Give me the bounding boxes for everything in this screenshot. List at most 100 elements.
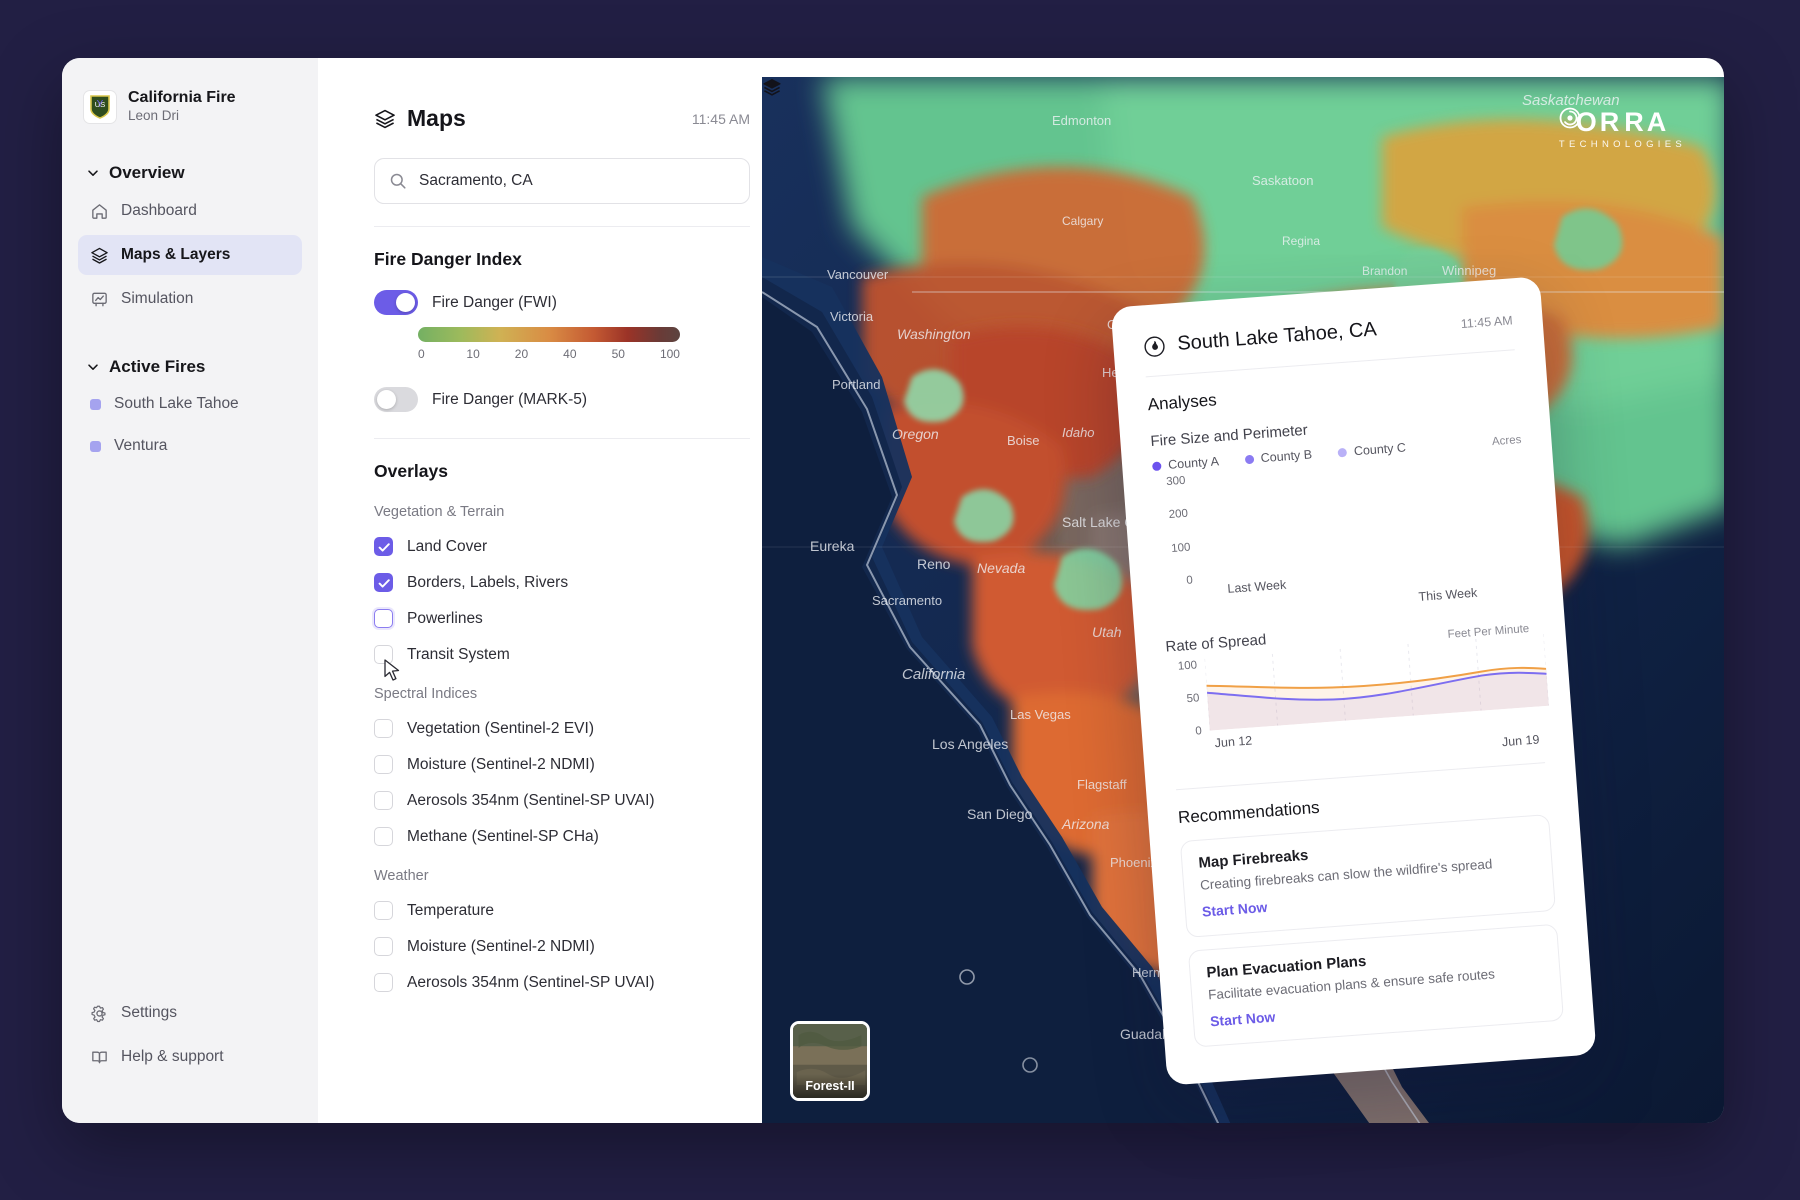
fire-circle-icon xyxy=(1144,336,1165,357)
sidebar: US Y California Fire Leon Dri Overview D… xyxy=(62,58,318,1123)
legend-label: County A xyxy=(1167,454,1220,472)
overlay-methane-cha[interactable]: Methane (Sentinel-SP CHa) xyxy=(374,827,750,846)
sidebar-item-help-label: Help & support xyxy=(121,1048,224,1065)
fire-dot-icon xyxy=(90,398,101,410)
sidebar-item-settings-label: Settings xyxy=(121,1004,178,1021)
bar-county-c-this-week xyxy=(1434,560,1471,563)
svg-text:California: California xyxy=(902,666,965,683)
svg-text:Eureka: Eureka xyxy=(810,538,855,554)
legend-item-county-c: County C xyxy=(1337,441,1406,460)
gear-icon xyxy=(91,1005,106,1022)
toggle-knob xyxy=(377,390,396,409)
bar-county-b-this-week xyxy=(1391,563,1428,566)
orora-swirl-icon xyxy=(1559,107,1581,129)
svg-text:Calgary: Calgary xyxy=(1062,214,1103,228)
bar-county-b-last-week xyxy=(1243,574,1280,577)
fire-danger-fwi-toggle[interactable] xyxy=(374,290,418,315)
svg-text:Winnipeg: Winnipeg xyxy=(1442,263,1496,278)
overlay-powerlines-label: Powerlines xyxy=(407,609,483,627)
bar-county-c-last-week xyxy=(1286,570,1323,574)
nav-group-active-fires-header[interactable]: Active Fires xyxy=(78,353,302,381)
fire-danger-fwi-label: Fire Danger (FWI) xyxy=(432,293,557,311)
map-layers-icon[interactable] xyxy=(762,77,782,97)
svg-text:Boise: Boise xyxy=(1007,433,1040,448)
checkbox-icon xyxy=(374,609,393,628)
chevron-down-icon xyxy=(88,364,98,371)
checkbox-icon xyxy=(374,973,393,992)
y-tick: 0 xyxy=(1195,725,1203,738)
fire-danger-scale: 0 10 20 40 50 100 xyxy=(418,327,680,361)
bar-county-a-last-week xyxy=(1200,577,1237,580)
overlay-group-label: Spectral Indices xyxy=(374,686,478,702)
brand[interactable]: US Y California Fire Leon Dri xyxy=(78,82,302,125)
scale-tick: 100 xyxy=(659,347,680,361)
overlay-weather-aerosols[interactable]: Aerosols 354nm (Sentinel-SP UVAI) xyxy=(374,973,750,992)
overlay-temperature[interactable]: Temperature xyxy=(374,901,750,920)
overlay-powerlines[interactable]: Powerlines xyxy=(374,609,750,628)
overlay-land-cover[interactable]: Land Cover xyxy=(374,537,750,556)
svg-text:Arizona: Arizona xyxy=(1061,816,1110,832)
sidebar-item-ventura[interactable]: Ventura xyxy=(78,427,302,465)
svg-text:Edmonton: Edmonton xyxy=(1052,113,1111,128)
svg-text:Utah: Utah xyxy=(1092,624,1122,640)
svg-text:Idaho: Idaho xyxy=(1062,425,1095,440)
overlay-group-label: Weather xyxy=(374,868,429,884)
svg-text:Las Vegas: Las Vegas xyxy=(1010,707,1071,722)
nav-group-overview: Overview Dashboard Maps & Layers Simulat… xyxy=(78,159,302,319)
brand-title: California Fire xyxy=(128,89,236,106)
start-now-link[interactable]: Start Now xyxy=(1210,1009,1276,1030)
fire-dot-icon xyxy=(90,440,101,452)
overlay-borders-label: Borders, Labels, Rivers xyxy=(407,573,569,591)
maps-panel-header: Maps 11:45 AM xyxy=(374,105,750,132)
x-tick-last-week: Last Week xyxy=(1226,577,1287,596)
x-tick-this-week: This Week xyxy=(1418,585,1478,604)
overlay-vegetation-evi[interactable]: Vegetation (Sentinel-2 EVI) xyxy=(374,719,750,738)
maps-panel: Maps 11:45 AM Sacramento, CA Fire Danger… xyxy=(342,77,782,1123)
layers-icon xyxy=(375,109,395,128)
overlay-land-cover-label: Land Cover xyxy=(407,537,488,555)
line-chart-rate-of-spread: 100 50 0 Jun 12 Jun 19 Feet Per Minute xyxy=(1167,623,1549,773)
recommendation-card-plan-evacuation[interactable]: Plan Evacuation Plans Facilitate evacuat… xyxy=(1187,923,1565,1048)
x-tick-start: Jun 12 xyxy=(1214,733,1253,751)
fire-detail-card: South Lake Tahoe, CA 11:45 AM Analyses F… xyxy=(1110,276,1597,1086)
detail-card-title: South Lake Tahoe, CA xyxy=(1176,318,1378,355)
start-now-link[interactable]: Start Now xyxy=(1201,899,1267,920)
recommendation-card-map-firebreaks[interactable]: Map Firebreaks Creating firebreaks can s… xyxy=(1179,814,1556,939)
sidebar-item-settings[interactable]: Settings xyxy=(78,993,302,1033)
nav-group-overview-header[interactable]: Overview xyxy=(78,159,302,187)
sidebar-item-dashboard[interactable]: Dashboard xyxy=(78,191,302,231)
fire-danger-gradient xyxy=(418,327,680,342)
sidebar-item-maps-and-layers[interactable]: Maps & Layers xyxy=(78,235,302,276)
bar-chart-bars xyxy=(1193,456,1529,580)
overlay-aerosols-uvai[interactable]: Aerosols 354nm (Sentinel-SP UVAI) xyxy=(374,791,750,810)
checkbox-checked-icon xyxy=(374,537,393,556)
map-thumbnail-forest-ii[interactable]: Forest-II xyxy=(790,1021,870,1101)
overlay-weather-moisture[interactable]: Moisture (Sentinel-2 NDMI) xyxy=(374,937,750,956)
mouse-cursor xyxy=(384,659,400,681)
search-input[interactable]: Sacramento, CA xyxy=(374,158,750,204)
overlay-borders-labels-rivers[interactable]: Borders, Labels, Rivers xyxy=(374,573,750,592)
overlay-moisture-ndmi[interactable]: Moisture (Sentinel-2 NDMI) xyxy=(374,755,750,774)
page-title: Maps xyxy=(407,105,466,131)
y-tick: 200 xyxy=(1168,507,1189,522)
overlay-transit-system[interactable]: Transit System xyxy=(374,645,750,664)
layers-icon xyxy=(91,247,108,264)
overlay-moisture-ndmi-label: Moisture (Sentinel-2 NDMI) xyxy=(407,755,595,773)
brand-subtitle: Leon Dri xyxy=(128,108,180,124)
legend-item-county-a: County A xyxy=(1151,454,1220,473)
legend-dot-icon xyxy=(1337,447,1348,457)
svg-text:Nevada: Nevada xyxy=(977,560,1025,576)
svg-text:Sacramento: Sacramento xyxy=(872,593,942,608)
sidebar-item-help-and-support[interactable]: Help & support xyxy=(78,1037,302,1077)
nav-group-active-fires-label: Active Fires xyxy=(109,357,206,377)
svg-text:Vancouver: Vancouver xyxy=(827,267,889,282)
sidebar-item-south-lake-tahoe[interactable]: South Lake Tahoe xyxy=(78,385,302,423)
sidebar-item-simulation[interactable]: Simulation xyxy=(78,279,302,319)
svg-text:Flagstaff: Flagstaff xyxy=(1077,777,1127,792)
legend-dot-icon xyxy=(1151,460,1162,471)
forest-service-shield-icon: US Y xyxy=(84,90,116,123)
fire-danger-mark5-toggle[interactable] xyxy=(374,387,418,412)
analyses-heading: Analyses xyxy=(1147,390,1218,415)
sidebar-footer: Settings Help & support xyxy=(78,989,302,1077)
scale-tick: 50 xyxy=(611,347,625,361)
